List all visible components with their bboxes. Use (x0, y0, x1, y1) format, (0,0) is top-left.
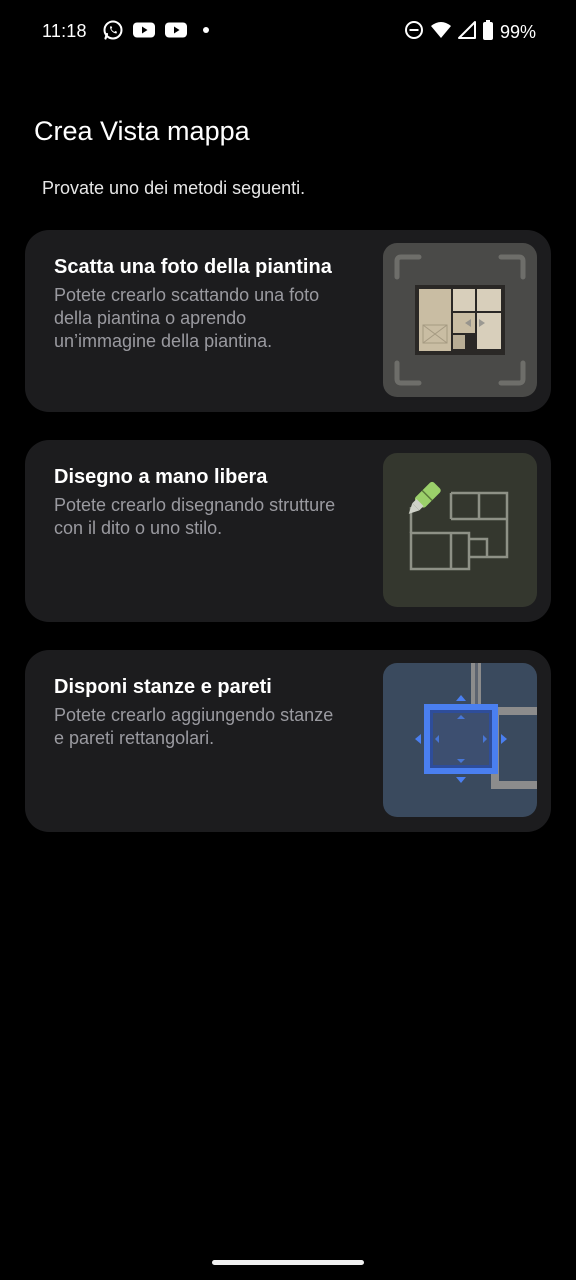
option-title: Disegno a mano libera (54, 466, 268, 488)
option-card-freehand[interactable]: Disegno a mano libera Potete crearlo dis… (25, 440, 551, 622)
arrange-rooms-icon (383, 663, 537, 817)
status-time: 11:18 (42, 21, 87, 41)
system-icons: 99% (404, 19, 536, 46)
page-subtitle: Provate uno dei metodi seguenti. (42, 178, 306, 198)
option-description: Potete crearlo scattando una foto della … (54, 285, 320, 351)
option-description: Potete crearlo aggiungendo stanze e pare… (54, 705, 334, 748)
gesture-nav-handle[interactable] (212, 1260, 364, 1265)
battery-percent: 99% (499, 21, 536, 42)
dot-icon (202, 19, 210, 46)
wifi-icon (430, 20, 452, 45)
option-card-rooms[interactable]: Disponi stanze e pareti Potete crearlo a… (25, 650, 551, 832)
option-title: Disponi stanze e pareti (54, 676, 272, 698)
page-title: Crea Vista mappa (34, 116, 250, 146)
youtube-icon (164, 19, 188, 46)
youtube-icon (132, 19, 156, 46)
option-title: Scatta una foto della piantina (54, 256, 332, 278)
whatsapp-icon (102, 19, 124, 46)
freehand-draw-icon (383, 453, 537, 607)
status-bar: 11:18 99% (0, 0, 576, 64)
option-card-photo[interactable]: Scatta una foto della piantina Potete cr… (25, 230, 551, 412)
battery-icon (482, 19, 494, 46)
option-description: Potete crearlo disegnando strutture con … (54, 495, 336, 538)
do-not-disturb-icon (404, 20, 424, 45)
floorplan-photo-icon (383, 243, 537, 397)
notification-icons (102, 19, 210, 46)
signal-icon (457, 20, 476, 45)
